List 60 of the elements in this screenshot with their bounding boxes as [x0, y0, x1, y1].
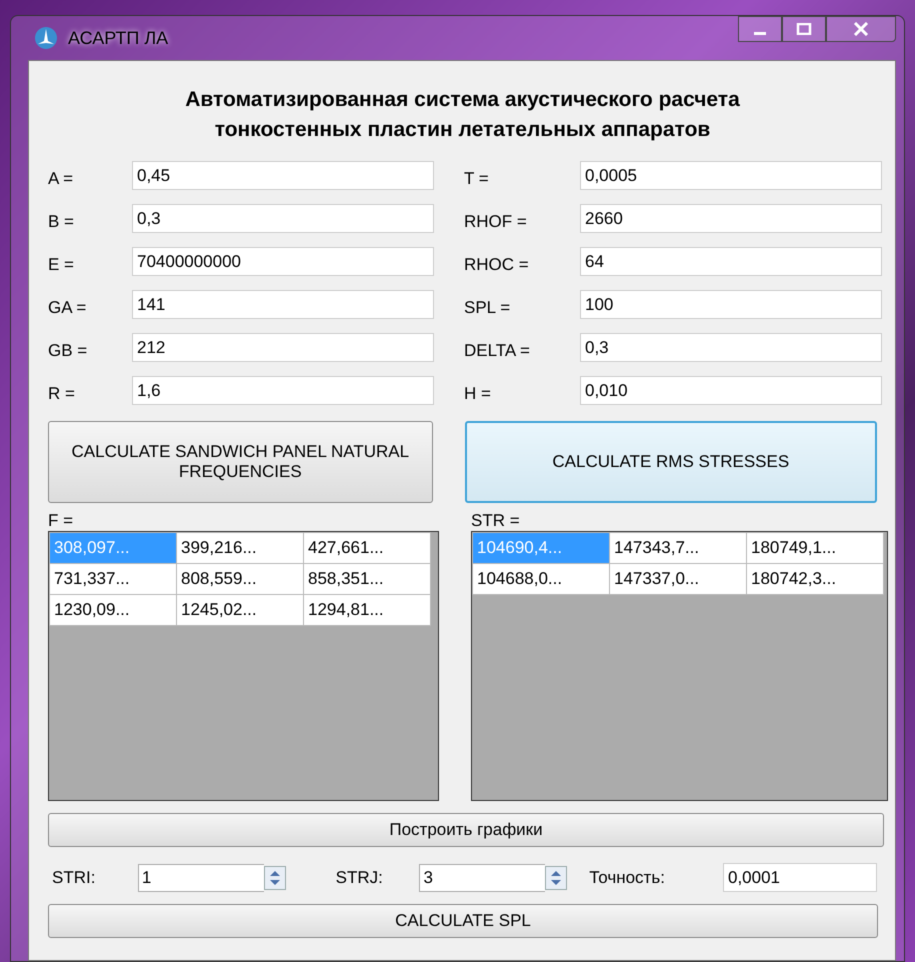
accuracy-field[interactable]: 0,0001	[723, 863, 877, 892]
grid-label: F =	[48, 511, 74, 531]
stri-label: STRI:	[51, 868, 96, 888]
grid-cell[interactable]: 399,216...	[176, 532, 304, 564]
accuracy-label: Точность:	[588, 868, 666, 888]
grid-cell[interactable]: 731,337...	[50, 564, 176, 594]
field-label: GA =	[48, 296, 88, 318]
spin-field[interactable]: 3	[419, 864, 546, 892]
field-label: RHOC =	[464, 254, 530, 274]
input-field[interactable]: 2660	[580, 204, 882, 233]
input-field[interactable]: 0,010	[580, 376, 882, 405]
app-logo-icon	[34, 26, 58, 50]
input-field[interactable]: 0,45	[132, 161, 434, 190]
grid-cell[interactable]: 1294,81...	[304, 594, 430, 626]
grid-cell[interactable]: 104688,0...	[472, 564, 610, 594]
grid-cell[interactable]: 180742,3...	[746, 564, 884, 594]
grid-cell[interactable]: 1245,02...	[176, 594, 304, 626]
plot-button[interactable]: Построить графики	[48, 813, 884, 847]
close-button[interactable]	[826, 16, 896, 42]
calculate-button[interactable]: CALCULATE RMS STRESSES	[464, 421, 877, 503]
field-label: B =	[48, 210, 75, 232]
minimize-button[interactable]	[738, 16, 782, 42]
field-label: E =	[48, 254, 75, 274]
grid-cell[interactable]: 147337,0...	[610, 564, 746, 594]
maximize-icon	[796, 23, 812, 35]
grid-cell[interactable]: 858,351...	[304, 564, 430, 594]
input-field[interactable]: 141	[132, 290, 434, 319]
maximize-button[interactable]	[782, 16, 826, 42]
calculate-button[interactable]: CALCULATE SANDWICH PANEL NATURAL FREQUENCIES	[48, 421, 433, 503]
grid-label: STR =	[471, 511, 521, 531]
field-label: SPL =	[464, 296, 512, 318]
input-field[interactable]: 212	[132, 333, 434, 362]
spin-field[interactable]: 1	[138, 864, 264, 892]
grid-cell[interactable]: 180749,1...	[746, 532, 884, 564]
close-icon	[853, 22, 869, 36]
input-field[interactable]: 0,3	[580, 333, 882, 362]
input-field[interactable]: 1,6	[132, 376, 434, 405]
field-label: GB =	[48, 340, 88, 360]
field-label: H =	[464, 382, 492, 404]
field-label: DELTA =	[464, 340, 531, 360]
input-field[interactable]: 0,3	[132, 204, 434, 233]
grid-cell[interactable]: 147343,7...	[610, 532, 746, 564]
spin-arrows-icon[interactable]	[264, 864, 286, 892]
grid-cell[interactable]: 808,559...	[176, 564, 304, 594]
field-label: R =	[48, 382, 76, 404]
spin-arrows-icon[interactable]	[545, 864, 568, 892]
grid-cell[interactable]: 427,661...	[304, 532, 430, 564]
field-label: T =	[464, 168, 490, 188]
window-title: АСАРТП ЛА	[68, 28, 168, 48]
strj-label: STRJ:	[334, 868, 384, 888]
heading: Автоматизированная система акустического расчета тонкостенных пластин летательных аппаратов	[184, 87, 741, 143]
input-field[interactable]: 64	[580, 247, 882, 276]
calculate-spl-button[interactable]: CALCULATE SPL	[48, 904, 878, 938]
grid-cell[interactable]: 1230,09...	[50, 594, 176, 626]
field-label: RHOF =	[464, 210, 528, 232]
field-label: A =	[48, 168, 74, 188]
input-field[interactable]: 0,0005	[580, 161, 882, 190]
minimize-icon	[754, 32, 766, 34]
input-field[interactable]: 100	[580, 290, 882, 319]
input-field[interactable]: 70400000000	[132, 247, 434, 276]
